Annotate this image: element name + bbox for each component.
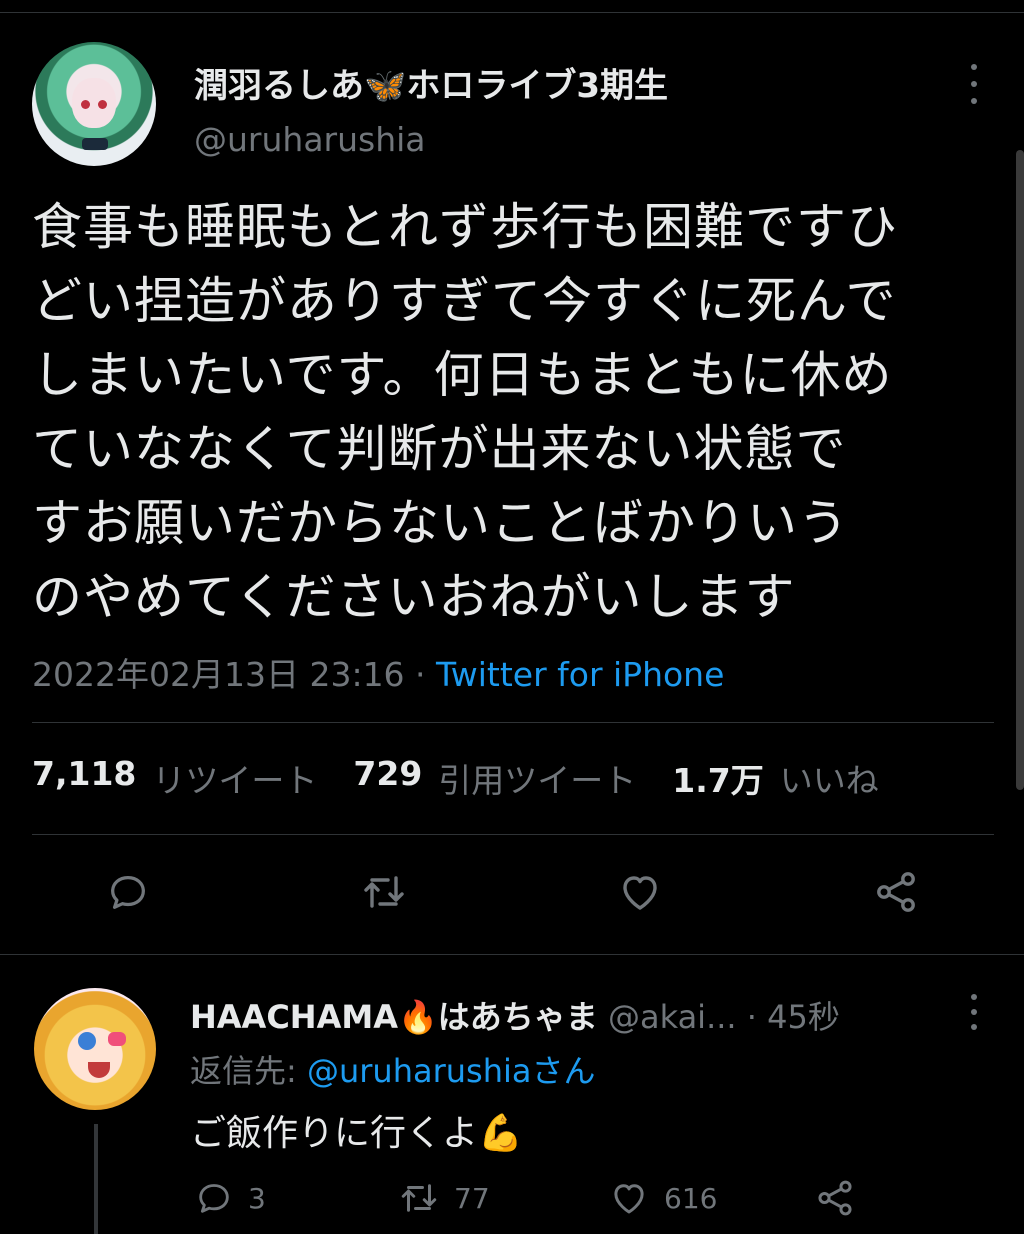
scrollbar[interactable] [1016,150,1024,790]
tweet-text-line: どい捏造がありすぎて今すぐに死んで [32,272,897,330]
replying-to-mention[interactable]: @uruharushiaさん [307,1052,596,1090]
divider [32,722,994,723]
reply-author-handle[interactable]: @akai... [608,998,737,1036]
reply-author-name[interactable]: HAACHAMA🔥はあちゃま [190,998,598,1036]
author-avatar[interactable] [32,42,156,166]
author-handle[interactable]: @uruharushia [194,120,426,159]
tweet-source-link[interactable]: Twitter for iPhone [436,655,724,694]
avatar-heart [108,1032,126,1046]
like-icon [623,876,657,910]
avatar-face [72,78,116,128]
reply-header: HAACHAMA🔥はあちゃま @akai... · 45秒 [190,992,840,1038]
retweet-icon [401,1184,437,1212]
tweet-text-line: のやめてくださいおねがいします [32,568,796,626]
retweet-count[interactable]: 7,118 [32,754,136,802]
share-icon [877,872,915,912]
thread-line [94,1124,98,1234]
share-button[interactable] [872,868,920,916]
like-count[interactable]: 1.7万 [672,754,763,802]
author-name-text: 潤羽るしあ [194,66,364,106]
tweet-separator [0,954,1024,955]
reply-text-content: ご飯作りに行くよ [190,1113,479,1154]
reply-reply-count: 3 [248,1181,266,1215]
avatar-eye [81,100,90,109]
like-label[interactable]: いいね [780,754,879,802]
reply-icon [199,1184,229,1213]
quote-count[interactable]: 729 [353,754,422,802]
like-icon [614,1184,644,1214]
author-display-name[interactable]: 潤羽るしあ🦋ホロライブ3期生 [194,58,668,107]
avatar-eye [78,1032,96,1050]
reply-retweet-count: 77 [454,1181,490,1215]
avatar-bow [82,138,108,150]
tweet-text: 食事も睡眠もとれず歩行も困難ですひ どい捏造がありすぎて今すぐに死んで しまいた… [32,190,1000,634]
reply-author-name-suffix: はあちゃま [437,998,598,1036]
meta-separator: · [404,655,437,694]
reply-like-button[interactable]: 616 [608,1178,717,1218]
top-divider [0,12,1024,13]
reply-icon [111,875,145,909]
reply-author-name-text: HAACHAMA [190,998,398,1036]
replying-to: 返信先: @uruharushiaさん [190,1046,595,1092]
tweet-metadata: 2022年02月13日 23:16 · Twitter for iPhone [32,648,724,696]
reply-like-count: 616 [664,1181,718,1215]
reply-author-avatar[interactable] [34,988,156,1110]
avatar-mouth [88,1062,110,1078]
quote-label[interactable]: 引用ツイート [438,754,636,802]
tweet-stats: 7,118 リツイート 729 引用ツイート 1.7万 いいね [32,754,915,802]
reply-reply-button[interactable]: 3 [194,1178,266,1218]
divider [32,834,994,835]
fire-emoji: 🔥 [397,998,438,1036]
retweet-label[interactable]: リツイート [152,754,317,802]
retweet-button[interactable] [360,868,408,916]
share-icon [818,1180,852,1216]
reply-text: ご飯作りに行くよ💪 [190,1104,523,1156]
tweet-text-line: ていななくて判断が出来ない状態で [32,420,847,478]
butterfly-emoji: 🦋 [364,66,407,106]
reply-retweet-button[interactable]: 77 [398,1178,490,1218]
replying-to-label: 返信先: [190,1052,307,1090]
reply-button[interactable] [104,868,152,916]
tweet-text-line: 食事も睡眠もとれず歩行も困難ですひ [32,198,898,256]
flexed-biceps-emoji: 💪 [478,1113,523,1154]
reply-time[interactable]: · 45秒 [737,998,840,1036]
tweet-timestamp[interactable]: 2022年02月13日 23:16 [32,655,405,694]
like-button[interactable] [616,868,664,916]
avatar-eye [98,100,107,109]
reply-share-button[interactable] [814,1178,856,1218]
retweet-icon [364,876,404,908]
reply-more-options-icon[interactable] [962,994,986,1030]
tweet-text-line: すお願いだからないことばかりいう [32,494,849,552]
more-options-icon[interactable] [962,64,986,104]
author-name-suffix: ホロライブ3期生 [406,66,669,106]
tweet-text-line: しまいたいです。何日もまともに休め [32,346,893,404]
